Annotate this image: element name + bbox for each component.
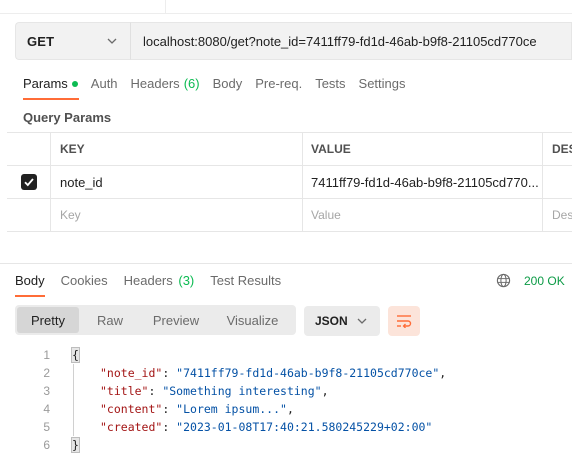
- table-header-row: KEY VALUE DESC: [7, 133, 572, 166]
- request-tabs: Params Auth Headers (6) Body Pre-req. Te…: [23, 76, 419, 100]
- tab-headers[interactable]: Headers (6): [131, 76, 200, 100]
- request-bar: GET localhost:8080/get?note_id=7411ff79-…: [15, 22, 572, 60]
- line-number: 2: [43, 366, 50, 380]
- status-badge[interactable]: 200 OK: [524, 274, 565, 288]
- json-key: "created": [100, 420, 163, 434]
- line-number: 6: [43, 438, 50, 452]
- response-body-code[interactable]: 1 { 2 "note_id": "7411ff79-fd1d-46ab-b9f…: [0, 346, 572, 454]
- tab-headers-count: (6): [183, 76, 200, 91]
- chevron-down-icon: [357, 318, 367, 324]
- tab-body-label: Body: [212, 76, 243, 91]
- method-label: GET: [27, 33, 55, 49]
- tab-pre-request[interactable]: Pre-req.: [255, 76, 302, 100]
- tab-tests-label: Tests: [315, 76, 346, 91]
- json-value: "2023-01-08T17:40:21.580245229+02:00": [176, 420, 433, 434]
- tab-settings[interactable]: Settings: [359, 76, 406, 100]
- json-key: "note_id": [100, 366, 163, 380]
- top-tab-fragment[interactable]: [0, 0, 166, 13]
- code-line: 2 "note_id": "7411ff79-fd1d-46ab-b9f8-21…: [0, 364, 572, 382]
- response-divider[interactable]: [0, 263, 572, 264]
- resp-tab-test-results-label: Test Results: [210, 273, 282, 288]
- wrap-lines-button[interactable]: [388, 306, 420, 336]
- view-raw-button[interactable]: Raw: [79, 307, 141, 333]
- wrap-lines-icon: [397, 315, 412, 328]
- method-select[interactable]: GET: [15, 22, 130, 60]
- param-key[interactable]: note_id: [51, 166, 303, 198]
- checkmark-icon: [23, 178, 34, 187]
- new-key-input[interactable]: Key: [51, 199, 303, 231]
- json-value: "7411ff79-fd1d-46ab-b9f8-21105cd770ce": [176, 366, 440, 380]
- tab-params-label: Params: [23, 76, 68, 91]
- header-value: VALUE: [303, 133, 543, 165]
- format-label: JSON: [315, 314, 348, 328]
- tab-params[interactable]: Params: [23, 76, 79, 100]
- tab-settings-label: Settings: [358, 76, 406, 91]
- empty-checkbox-cell: [7, 199, 51, 231]
- json-key: "title": [100, 384, 149, 398]
- table-row: note_id 7411ff79-fd1d-46ab-b9f8-21105cd7…: [7, 166, 572, 199]
- view-visualize-button[interactable]: Visualize: [211, 307, 294, 333]
- json-value: "Lorem ipsum...": [176, 402, 287, 416]
- line-number: 3: [43, 384, 50, 398]
- globe-icon[interactable]: [496, 273, 511, 288]
- code-line: 5 "created": "2023-01-08T17:40:21.580245…: [0, 418, 572, 436]
- params-table: KEY VALUE DESC note_id 7411ff79-fd1d-46a…: [7, 132, 572, 232]
- header-description: DESC: [552, 142, 572, 156]
- response-tabs: Body Cookies Headers (3) Test Results: [15, 273, 297, 297]
- line-number: 5: [43, 420, 50, 434]
- new-value-input[interactable]: Value: [303, 199, 543, 231]
- table-row-empty: Key Value Desc: [7, 199, 572, 232]
- resp-tab-body[interactable]: Body: [15, 273, 45, 297]
- resp-tab-test-results[interactable]: Test Results: [210, 273, 281, 297]
- view-preview-button[interactable]: Preview: [141, 307, 211, 333]
- tab-tests[interactable]: Tests: [315, 76, 345, 100]
- resp-tab-cookies-label: Cookies: [60, 273, 108, 288]
- resp-tab-headers[interactable]: Headers (3): [124, 273, 195, 297]
- tab-auth[interactable]: Auth: [91, 76, 118, 100]
- code-line: 6 }: [0, 436, 572, 454]
- tab-body[interactable]: Body: [213, 76, 243, 100]
- view-mode-toggle: Pretty Raw Preview Visualize: [15, 305, 296, 335]
- header-key: KEY: [51, 133, 303, 165]
- json-key: "content": [100, 402, 163, 416]
- params-active-dot: [71, 81, 78, 87]
- tab-pre-request-label: Pre-req.: [255, 76, 303, 91]
- line-number: 4: [43, 402, 50, 416]
- resp-tab-cookies[interactable]: Cookies: [61, 273, 108, 297]
- new-description-input[interactable]: Desc: [543, 199, 572, 231]
- code-line: 4 "content": "Lorem ipsum...",: [0, 400, 572, 418]
- row-checkbox-cell: [7, 166, 51, 198]
- line-number: 1: [43, 348, 50, 362]
- param-checkbox[interactable]: [20, 174, 37, 190]
- resp-tab-headers-label: Headers: [123, 273, 173, 288]
- param-value[interactable]: 7411ff79-fd1d-46ab-b9f8-21105cd770...: [303, 166, 543, 198]
- url-input[interactable]: localhost:8080/get?note_id=7411ff79-fd1d…: [130, 22, 572, 60]
- query-params-title: Query Params: [23, 110, 112, 125]
- tab-headers-label: Headers: [130, 76, 180, 91]
- close-brace: }: [71, 437, 80, 453]
- open-brace: {: [71, 347, 80, 363]
- resp-tab-headers-count: (3): [178, 273, 195, 288]
- tab-auth-label: Auth: [90, 76, 118, 91]
- header-checkbox-cell: [7, 133, 51, 165]
- resp-tab-body-label: Body: [15, 273, 45, 288]
- code-line: 3 "title": "Something interesting",: [0, 382, 572, 400]
- top-strip: [0, 0, 572, 14]
- format-select[interactable]: JSON: [304, 306, 380, 336]
- chevron-down-icon: [107, 38, 117, 44]
- code-line: 1 {: [0, 346, 572, 364]
- view-pretty-button[interactable]: Pretty: [17, 307, 79, 333]
- json-value: "Something interesting": [162, 384, 322, 398]
- param-description[interactable]: [543, 166, 572, 198]
